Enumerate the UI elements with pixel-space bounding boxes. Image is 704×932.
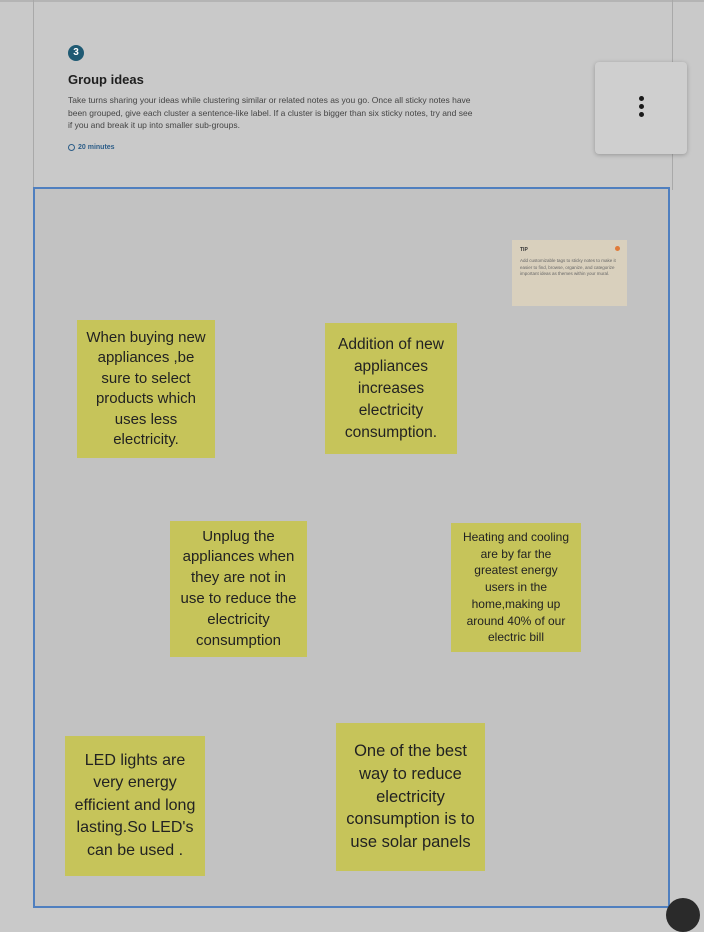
sticky-note[interactable]: Heating and cooling are by far the great… <box>451 523 581 652</box>
sticky-note[interactable]: When buying new appliances ,be sure to s… <box>77 320 215 458</box>
step-title: Group ideas <box>68 72 144 87</box>
sticky-note-text: One of the best way to reduce electricit… <box>346 742 475 852</box>
duration-label: 20 minutes <box>78 144 115 151</box>
more-options-card[interactable] <box>595 62 687 154</box>
clock-icon <box>68 144 75 151</box>
step-number-badge: 3 <box>68 45 84 61</box>
more-options-icon[interactable] <box>639 96 644 120</box>
sticky-note-text: When buying new appliances ,be sure to s… <box>86 328 206 449</box>
sticky-note-text: Addition of new appliances increases ele… <box>338 335 444 441</box>
sticky-note-text: LED lights are very energy efficient and… <box>74 751 196 859</box>
tip-label: TIP <box>520 247 528 253</box>
sticky-note[interactable]: One of the best way to reduce electricit… <box>336 723 485 871</box>
sticky-note-text: Heating and cooling are by far the great… <box>462 529 570 645</box>
tip-text: Add customizable tags to sticky notes to… <box>520 258 616 276</box>
sticky-note[interactable]: Unplug the appliances when they are not … <box>170 521 307 657</box>
step-description: Take turns sharing your ideas while clus… <box>68 95 473 130</box>
step-duration: 20 minutes <box>68 144 115 151</box>
top-divider <box>0 0 704 2</box>
pin-icon <box>615 246 620 251</box>
sticky-note[interactable]: LED lights are very energy efficient and… <box>65 736 205 876</box>
help-button[interactable] <box>666 898 700 932</box>
page-border <box>33 0 34 190</box>
sticky-note[interactable]: Addition of new appliances increases ele… <box>325 323 457 454</box>
sticky-note-text: Unplug the appliances when they are not … <box>180 527 297 649</box>
tip-note[interactable]: TIP Add customizable tags to sticky note… <box>512 240 627 306</box>
